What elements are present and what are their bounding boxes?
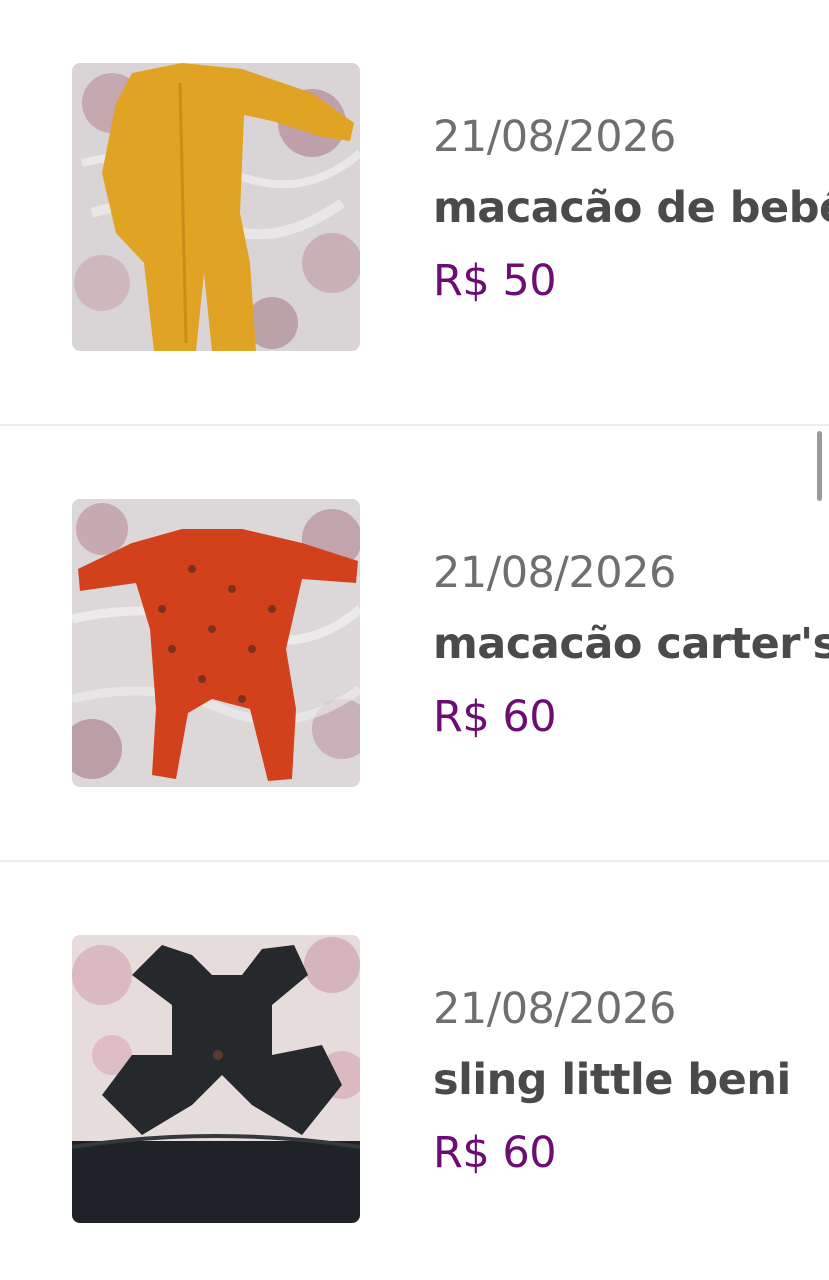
orange-romper-photo-icon [72,499,360,787]
listing-text: 21/08/2026 macacão de bebê R$ 50 [433,108,829,314]
listing-price: R$ 60 [433,1128,557,1178]
listing-text: 21/08/2026 sling little beni R$ 60 [433,980,829,1186]
listing-date: 21/08/2026 [433,112,676,162]
listing-text: 21/08/2026 macacão carter's R$ 60 [433,544,829,750]
listing-date: 21/08/2026 [433,984,676,1034]
product-thumbnail[interactable] [72,499,360,787]
list-item[interactable]: 21/08/2026 macacão de bebê R$ 50 [0,0,829,436]
listing-date: 21/08/2026 [433,548,676,598]
listing-title[interactable]: macacão carter's [433,608,829,680]
listing-list: 21/08/2026 macacão de bebê R$ 50 21/08/2… [0,0,829,1280]
listing-price: R$ 50 [433,256,557,306]
listing-title[interactable]: macacão de bebê [433,172,829,244]
yellow-romper-photo-icon [72,63,360,351]
product-thumbnail[interactable] [72,935,360,1223]
listing-price: R$ 60 [433,692,557,742]
product-thumbnail[interactable] [72,63,360,351]
listing-title[interactable]: sling little beni [433,1044,829,1116]
black-sling-photo-icon [72,935,360,1223]
list-item[interactable]: 21/08/2026 macacão carter's R$ 60 [0,426,829,862]
list-item[interactable]: 21/08/2026 sling little beni R$ 60 [0,862,829,1280]
scrollbar[interactable] [817,431,822,501]
